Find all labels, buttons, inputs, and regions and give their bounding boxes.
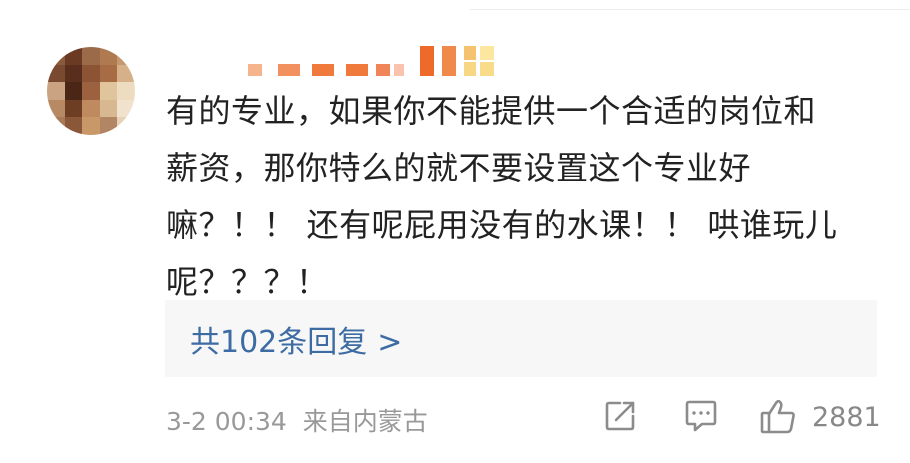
comment-source: 来自内蒙古	[302, 407, 428, 436]
comment-text: 有的专业，如果你不能提供一个合适的岗位和 薪资，那你特么的就不要设置这个专业好 …	[166, 83, 886, 311]
avatar[interactable]	[47, 47, 135, 135]
comment-line: 嘛？！！ 还有呢屁用没有的水课！！ 哄谁玩儿	[166, 206, 838, 244]
comment-icon	[685, 400, 717, 432]
chevron-right-icon: >	[377, 324, 403, 360]
comment-datetime: 3-2 00:34	[166, 407, 287, 436]
comment-button[interactable]	[682, 398, 720, 434]
comment-line: 薪资，那你特么的就不要设置这个专业好	[166, 149, 752, 187]
view-replies-link[interactable]: 共102条回复 >	[190, 317, 402, 361]
thumbs-up-icon	[760, 399, 795, 434]
like-count: 2881	[812, 402, 881, 433]
username-pixelated[interactable]	[248, 42, 528, 82]
replies-box[interactable]: 共102条回复 >	[165, 300, 877, 377]
comment-meta: 3-2 00:34 来自内蒙古	[166, 402, 428, 438]
replies-count-label: 共102条回复	[190, 324, 368, 360]
share-icon	[605, 401, 635, 431]
top-divider	[470, 9, 910, 10]
share-button[interactable]	[602, 398, 638, 434]
comment-line: 有的专业，如果你不能提供一个合适的岗位和	[166, 92, 817, 130]
like-button[interactable]	[758, 398, 798, 436]
